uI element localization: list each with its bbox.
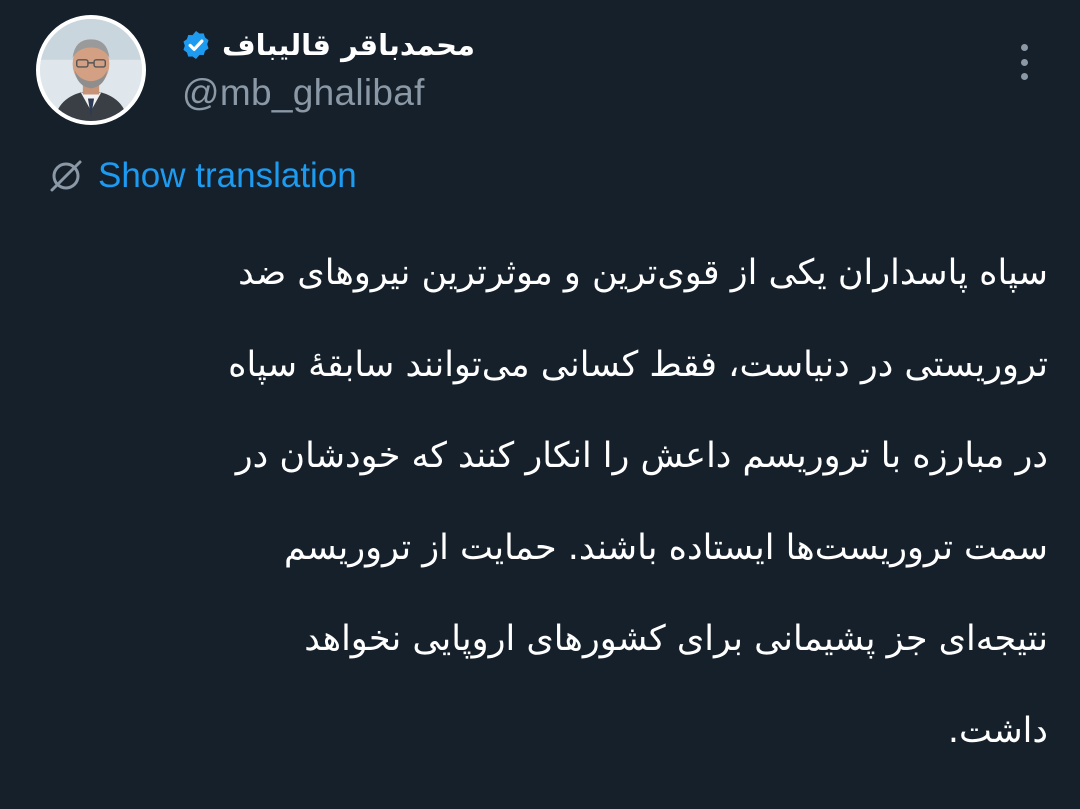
show-translation-label[interactable]: Show translation — [98, 156, 357, 196]
tweet-text-line: تروریستی در دنیاست، فقط کسانی می‌توانند … — [228, 344, 1048, 385]
more-options-icon-dot — [1020, 73, 1028, 80]
verified-badge-icon[interactable] — [180, 29, 212, 61]
tweet-text-line: سپاه پاسداران یکی از قوی‌ترین و موثرترین… — [238, 253, 1048, 293]
tweet-card: محمدباقر قالیباف @mb_ghalibaf Show trans… — [0, 0, 1080, 809]
more-options-icon-dot — [1020, 58, 1028, 66]
tweet-text-line: داشت. — [947, 710, 1048, 751]
author-name-row[interactable]: محمدباقر قالیباف — [180, 22, 475, 68]
tweet-text-line: سمت تروریست‌ها ایستاده باشند. حمایت از ت… — [283, 527, 1048, 568]
more-options-button[interactable] — [1006, 40, 1042, 84]
author-handle[interactable]: @mb_ghalibaf — [182, 72, 425, 114]
author-display-name[interactable]: محمدباقر قالیباف — [222, 28, 475, 62]
show-translation-button[interactable]: Show translation — [48, 152, 357, 200]
avatar[interactable] — [36, 15, 146, 125]
tweet-text: سپاه پاسداران یکی از قوی‌ترین و موثرترین… — [28, 228, 1048, 777]
more-options-icon — [1020, 44, 1028, 51]
tweet-text-line: نتیجه‌ای جز پشیمانی برای کشورهای اروپایی… — [304, 619, 1048, 659]
profile-photo-icon — [40, 19, 142, 121]
tweet-text-line: در مبارزه با تروریسم داعش را انکار کنند … — [235, 436, 1048, 476]
translate-globe-icon — [48, 158, 84, 194]
